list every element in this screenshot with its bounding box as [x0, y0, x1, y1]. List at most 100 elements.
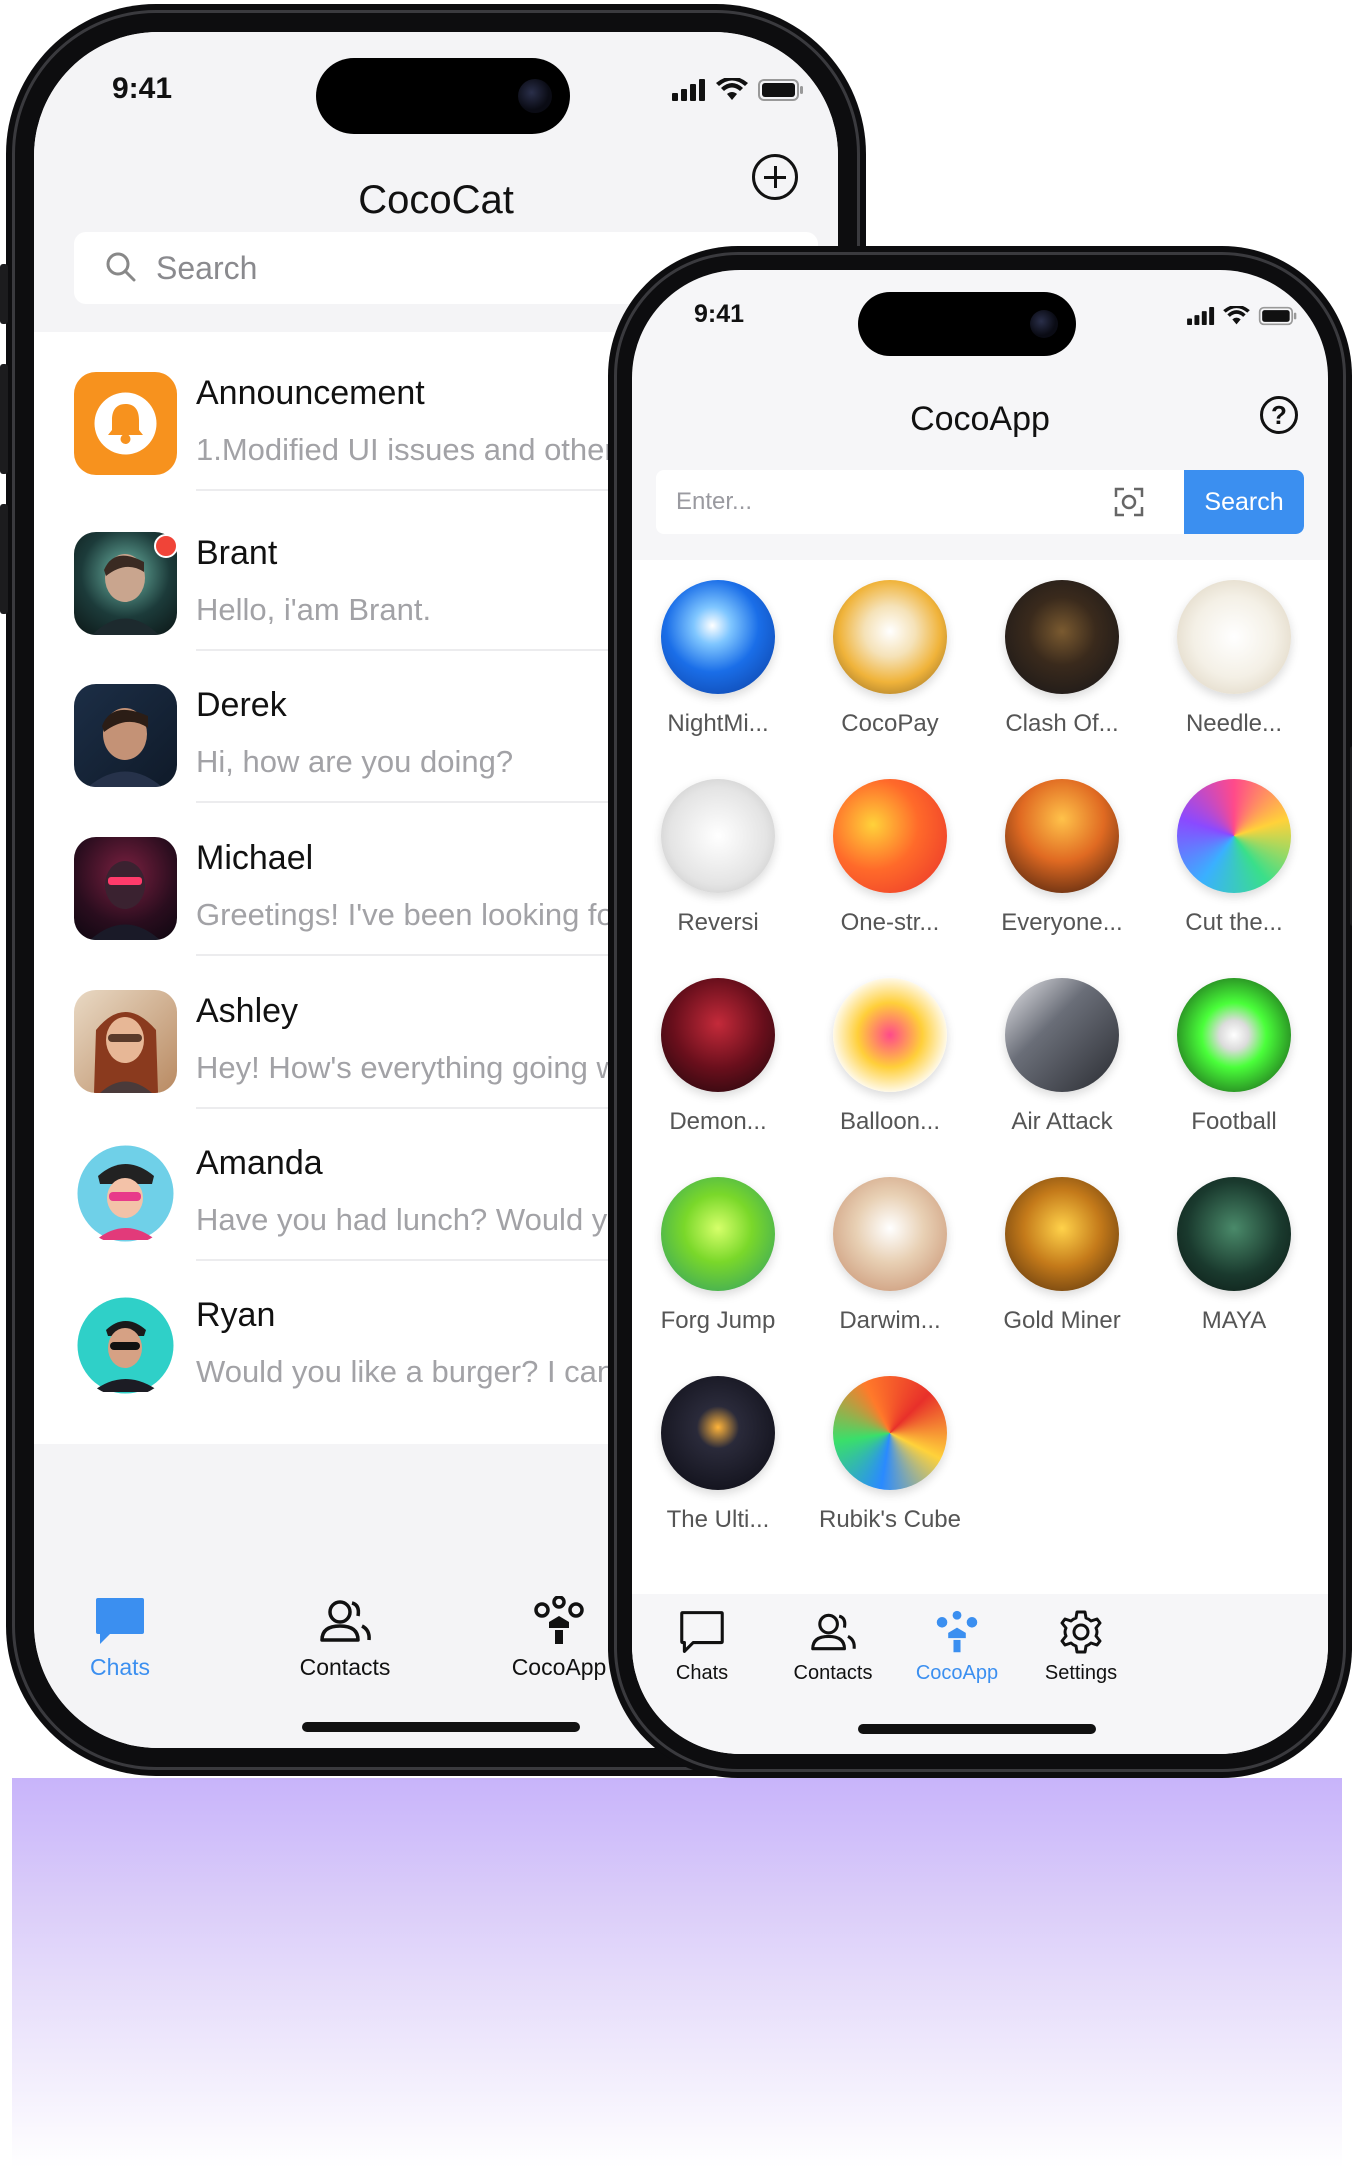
cut-the-icon — [1177, 779, 1291, 893]
avatar-amanda — [74, 1142, 177, 1245]
app-label: Reversi — [677, 909, 759, 936]
status-time: 9:41 — [694, 300, 745, 328]
background-glow — [12, 1778, 1342, 2168]
app-label: Air Attack — [1011, 1108, 1113, 1135]
home-indicator — [858, 1724, 1096, 1734]
app-item[interactable]: Darwim... — [806, 1177, 974, 1335]
app-item[interactable]: Air Attack — [978, 978, 1146, 1136]
cocoapp-screen: 9:41 CocoApp ? Enter... Search NightMi..… — [632, 270, 1328, 1754]
app-item[interactable]: Forg Jump — [634, 1177, 802, 1335]
app-label: Football — [1191, 1108, 1277, 1135]
app-grid: NightMi... CocoPay Clash Of... Needle...… — [632, 560, 1328, 1620]
search-button[interactable]: Search — [1184, 470, 1304, 534]
app-item[interactable]: MAYA — [1150, 1177, 1318, 1335]
maya-icon — [1177, 1177, 1291, 1291]
chat-preview: Would you like a burger? I can b — [196, 1354, 641, 1389]
app-item[interactable]: Rubik's Cube — [806, 1376, 974, 1534]
app-item[interactable]: Gold Miner — [978, 1177, 1146, 1335]
clash-icon — [1005, 580, 1119, 694]
tab-cocoapp[interactable]: CocoApp — [892, 1610, 1022, 1685]
app-item[interactable]: Cut the... — [1150, 779, 1318, 937]
app-item[interactable]: Clash Of... — [978, 580, 1146, 738]
tab-chats[interactable]: Chats — [70, 1596, 170, 1681]
app-label: Gold Miner — [1003, 1307, 1121, 1334]
contacts-icon — [320, 1600, 371, 1642]
add-circle-icon[interactable] — [752, 154, 798, 200]
search-input[interactable]: Enter... — [676, 488, 752, 516]
tab-bar: Chats Contacts CocoApp Settings — [632, 1594, 1328, 1754]
everyone-icon — [1005, 779, 1119, 893]
darwin-icon — [833, 1177, 947, 1291]
tab-label: Settings — [1044, 1662, 1118, 1684]
status-icons — [1187, 306, 1298, 326]
balloon-pop-icon — [833, 978, 947, 1092]
chat-bubble-icon — [96, 1598, 144, 1644]
battery-icon — [758, 79, 803, 101]
app-label: The Ulti... — [666, 1506, 770, 1533]
chat-name: Amanda — [196, 1144, 323, 1182]
app-label: Demon... — [669, 1108, 767, 1135]
apps-icon — [936, 1610, 978, 1653]
tab-cocoapp[interactable]: CocoApp — [494, 1596, 624, 1681]
scan-icon[interactable] — [1114, 487, 1144, 517]
phone-cocoapp: 9:41 CocoApp ? Enter... Search NightMi..… — [608, 246, 1352, 1778]
battery-icon — [1258, 306, 1297, 326]
app-label: Cut the... — [1185, 909, 1283, 936]
status-bar: 9:41 — [34, 32, 838, 134]
app-item[interactable]: The Ulti... — [634, 1376, 802, 1534]
app-item[interactable]: One-str... — [806, 779, 974, 937]
chat-name: Ryan — [196, 1296, 276, 1334]
chat-preview: Hi, how are you doing? — [196, 744, 514, 779]
signal-icon — [1187, 307, 1215, 325]
search-placeholder: Search — [156, 250, 258, 286]
phone-side-button — [0, 364, 8, 474]
app-item[interactable]: Needle... — [1150, 580, 1318, 738]
chat-name: Michael — [196, 839, 314, 877]
app-label: Balloon... — [839, 1108, 941, 1135]
app-label: CocoPay — [841, 710, 939, 737]
status-icons — [672, 78, 804, 102]
contacts-icon — [811, 1613, 856, 1651]
dynamic-island — [858, 292, 1076, 356]
tab-label: Chats — [89, 1654, 151, 1680]
avatar-derek — [74, 684, 177, 787]
tab-contacts[interactable]: Contacts — [768, 1610, 898, 1685]
app-label: Forg Jump — [660, 1307, 776, 1334]
status-time: 9:41 — [112, 72, 173, 105]
signal-icon — [672, 79, 705, 101]
tab-chats[interactable]: Chats — [652, 1610, 752, 1685]
app-label: Everyone... — [1001, 909, 1123, 936]
app-item[interactable]: Balloon... — [806, 978, 974, 1136]
avatar-ashley — [74, 990, 177, 1093]
reversi-icon — [661, 779, 775, 893]
app-item[interactable]: NightMi... — [634, 580, 802, 738]
app-item[interactable]: Everyone... — [978, 779, 1146, 937]
tab-label: Chats — [675, 1662, 729, 1684]
app-item[interactable]: CocoPay — [806, 580, 974, 738]
page-title: CocoCat — [358, 178, 514, 222]
tab-contacts[interactable]: Contacts — [280, 1596, 410, 1681]
tab-label: CocoApp — [915, 1662, 999, 1684]
search-bar: Enter... Search — [656, 470, 1304, 534]
football-icon — [1177, 978, 1291, 1092]
chat-preview: Have you had lunch? Would yo — [196, 1202, 625, 1237]
tab-settings[interactable]: Settings — [1016, 1610, 1146, 1685]
chat-name: Ashley — [196, 992, 299, 1030]
frog-jump-icon — [661, 1177, 775, 1291]
chat-preview: 1.Modified UI issues and other — [196, 432, 615, 467]
app-item[interactable]: Reversi — [634, 779, 802, 937]
wifi-icon — [1223, 306, 1250, 325]
phone-side-button — [0, 264, 8, 324]
app-item[interactable]: Football — [1150, 978, 1318, 1136]
cocopay-icon — [833, 580, 947, 694]
rubiks-cube-icon — [833, 1376, 947, 1490]
search-icon — [106, 252, 136, 282]
app-label: MAYA — [1201, 1307, 1267, 1334]
unread-dot — [154, 534, 178, 558]
app-item[interactable]: Demon... — [634, 978, 802, 1136]
tab-label: Contacts — [793, 1662, 873, 1684]
home-indicator — [302, 1722, 580, 1732]
help-icon[interactable]: ? — [1260, 396, 1298, 434]
app-label: One-str... — [840, 909, 940, 936]
dynamic-island — [316, 58, 570, 134]
